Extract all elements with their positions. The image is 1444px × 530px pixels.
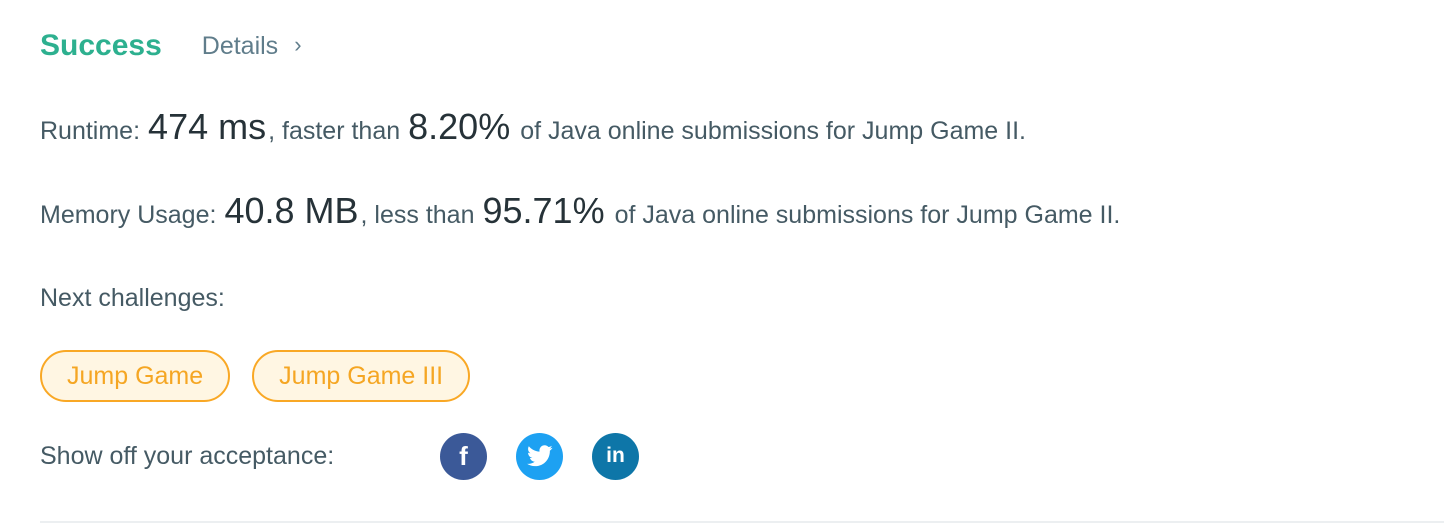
memory-comparison: , less than — [360, 201, 475, 229]
details-label: Details — [201, 31, 279, 60]
challenge-button-jump-game[interactable]: Jump Game — [40, 350, 231, 402]
memory-suffix: of Java online submissions for Jump Game… — [614, 201, 1121, 229]
runtime-suffix: of Java online submissions for Jump Game… — [520, 117, 1026, 145]
status-header: Success Details › — [40, 24, 302, 68]
challenge-button-jump-game-iii[interactable]: Jump Game III — [252, 350, 471, 402]
runtime-stat: Runtime: 474 ms , faster than 8.20% of J… — [40, 106, 1026, 148]
next-challenges-label: Next challenges: — [40, 284, 225, 312]
facebook-share-button[interactable]: f — [440, 432, 487, 480]
share-label: Show off your acceptance: — [40, 441, 335, 470]
memory-percent: 95.71% — [482, 190, 605, 231]
twitter-icon — [526, 445, 553, 467]
runtime-label: Runtime: — [40, 117, 141, 145]
share-row: Show off your acceptance: f in — [40, 432, 668, 480]
section-divider — [40, 521, 1444, 523]
memory-value: 40.8 MB — [224, 190, 359, 231]
linkedin-icon: in — [606, 444, 625, 467]
facebook-icon: f — [459, 440, 468, 471]
memory-stat: Memory Usage: 40.8 MB , less than 95.71%… — [40, 190, 1120, 232]
runtime-comparison: , faster than — [268, 117, 401, 145]
linkedin-share-button[interactable]: in — [592, 432, 639, 480]
runtime-value: 474 ms — [148, 106, 267, 147]
runtime-percent: 8.20% — [408, 106, 511, 147]
details-link[interactable]: Details › — [202, 32, 302, 61]
chevron-right-icon: › — [294, 32, 302, 57]
memory-label: Memory Usage: — [40, 201, 217, 229]
submission-result-panel: Success Details › Runtime: 474 ms , fast… — [0, 0, 1444, 530]
status-title: Success — [40, 29, 162, 62]
next-challenges-list: Jump Game Jump Game III — [40, 350, 471, 402]
twitter-share-button[interactable] — [516, 432, 563, 480]
